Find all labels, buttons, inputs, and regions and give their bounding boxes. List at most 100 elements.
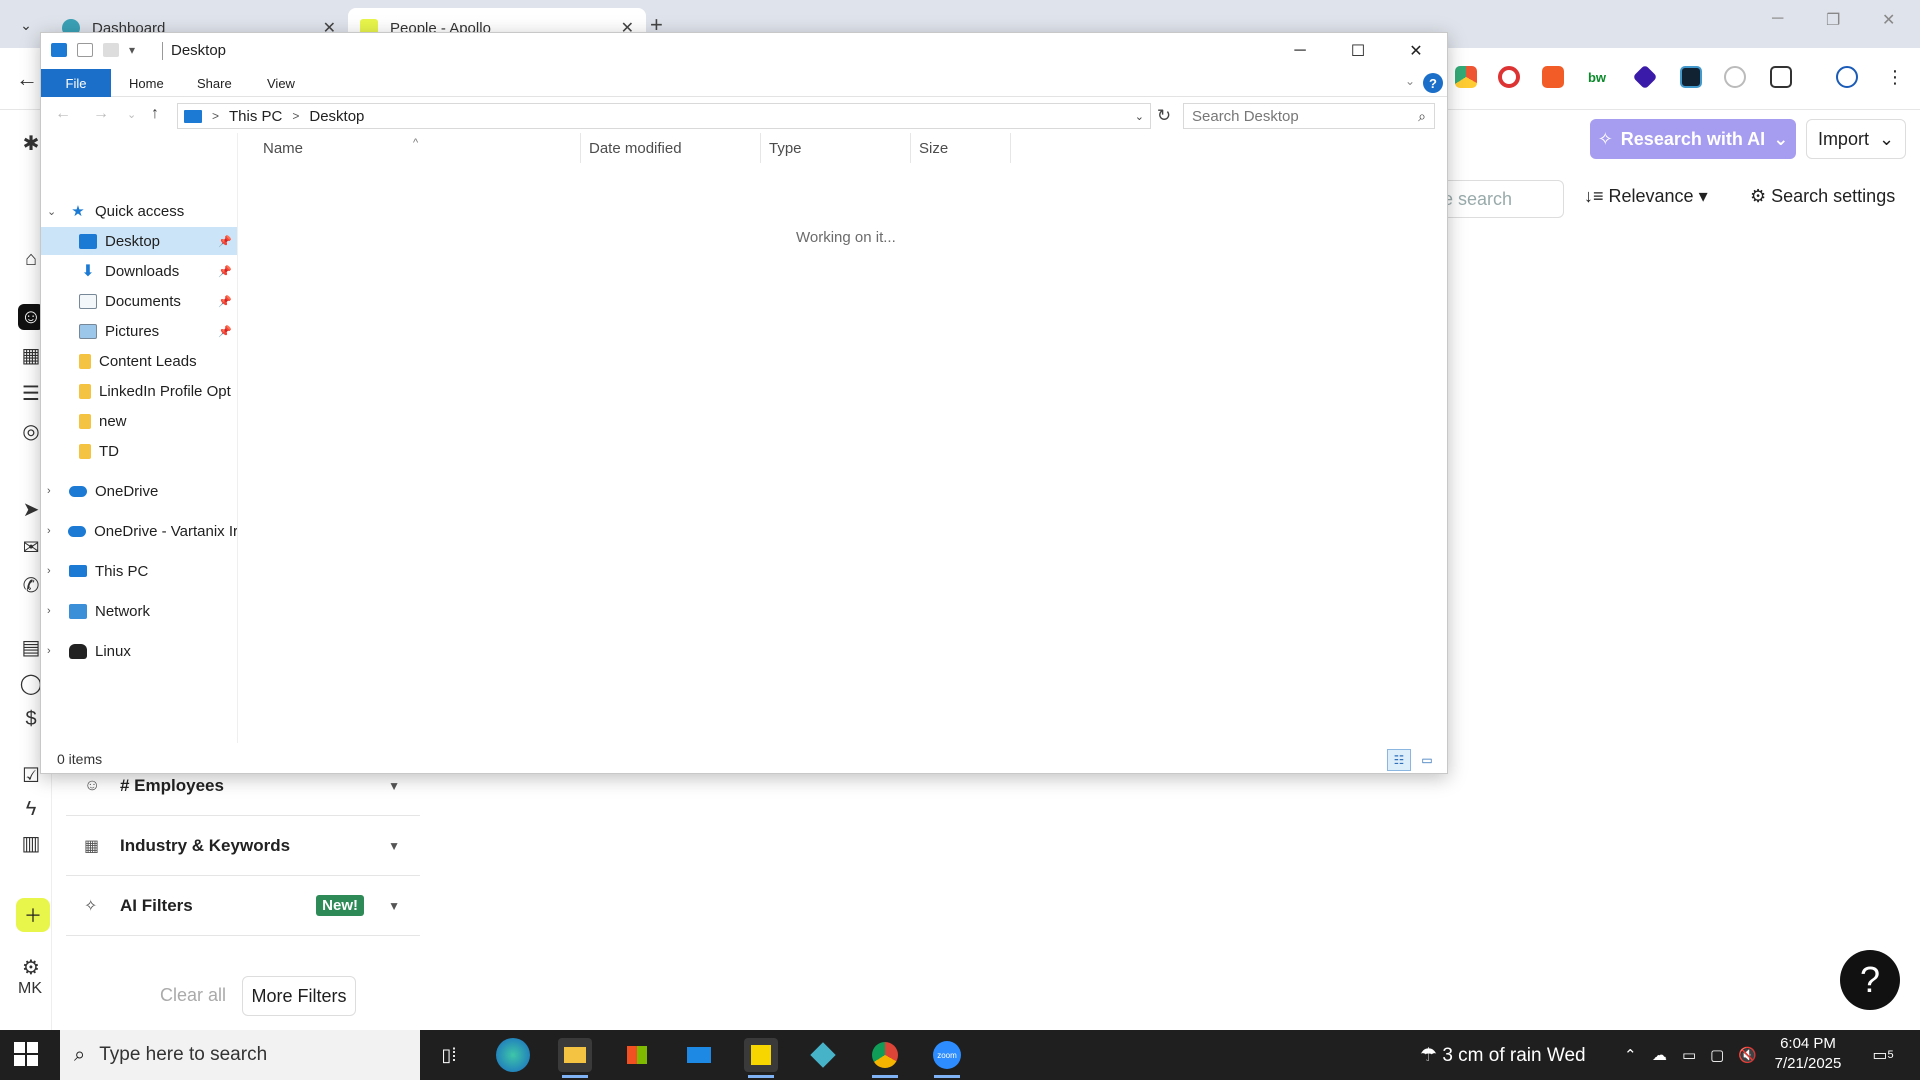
address-bar[interactable]: > This PC > Desktop ⌄ [177,103,1151,129]
nav-folder[interactable]: new [41,407,237,435]
chevron-down-icon[interactable]: ⌄ [47,205,61,218]
battery-icon[interactable]: ▭ [1682,1046,1696,1064]
import-button[interactable]: Import ⌄ [1806,119,1906,159]
extensions-puzzle-icon[interactable] [1770,66,1792,88]
extension-compass-icon[interactable] [1724,66,1746,88]
nav-this-pc[interactable]: › This PC [41,557,237,585]
chevron-right-icon[interactable]: › [47,525,60,537]
folder-icon [79,383,91,399]
nav-pictures[interactable]: Pictures 📌 [41,317,237,345]
help-button[interactable]: ? [1840,950,1900,1010]
close-button[interactable]: ✕ [1393,37,1439,65]
large-icons-view-icon[interactable]: ▭ [1415,749,1439,771]
chevron-right-icon[interactable]: › [47,605,61,617]
tab-share[interactable]: Share [197,69,232,97]
minimize-button[interactable]: ─ [1277,37,1323,65]
show-hidden-icons-icon[interactable]: ⌃ [1624,1046,1637,1064]
search-input[interactable]: Search Desktop ⌕ [1183,103,1435,129]
customize-toolbar-icon[interactable]: ▾ [129,43,135,57]
nav-onedrive[interactable]: › OneDrive [41,477,237,505]
windows-start-icon[interactable] [14,1042,38,1066]
back-arrow-icon[interactable]: ← [16,66,38,92]
browser-close-button[interactable]: ✕ [1882,10,1895,30]
chevron-down-icon[interactable]: ⌄ [1135,110,1144,123]
extension-colors-icon[interactable] [1455,66,1477,88]
clear-all-button[interactable]: Clear all [160,985,226,1006]
onedrive-cloud-icon[interactable]: ☁ [1652,1046,1667,1064]
browser-restore-button[interactable]: ❐ [1826,10,1840,30]
weather-widget[interactable]: ☂ 3 cm of rain Wed [1420,1044,1586,1067]
nav-quick-access[interactable]: ⌄ ★ Quick access [41,197,237,225]
forward-arrow-icon[interactable]: → [93,105,109,123]
column-size[interactable]: Size [911,133,1011,163]
taskbar-search-input[interactable]: ⌕ Type here to search [60,1030,420,1080]
chevron-right-icon[interactable]: › [47,565,61,577]
new-folder-icon[interactable] [103,43,119,57]
pin-icon[interactable]: 📌 [218,235,232,248]
nav-folder[interactable]: Content Leads [41,347,237,375]
tab-file[interactable]: File [41,69,111,97]
back-arrow-icon[interactable]: ← [55,105,71,123]
maximize-button[interactable]: ☐ [1335,37,1381,65]
profile-icon[interactable] [1836,66,1858,88]
nav-network[interactable]: › Network [41,597,237,625]
analytics-icon[interactable]: ▥ [18,830,44,856]
refresh-icon[interactable]: ↻ [1151,103,1177,129]
microsoft-store-icon[interactable] [620,1038,654,1072]
nav-desktop[interactable]: Desktop 📌 [41,227,237,255]
save-search-button[interactable]: e search [1430,180,1564,218]
browser-minimize-button[interactable]: ─ [1772,10,1783,28]
avatar[interactable]: MK [18,980,42,998]
help-icon[interactable]: ? [1423,73,1443,93]
column-type[interactable]: Type [761,133,911,163]
mail-icon[interactable] [682,1038,716,1072]
sticky-notes-icon[interactable] [744,1038,778,1078]
breadcrumb-desktop[interactable]: Desktop [309,108,364,125]
app-diamond-icon[interactable] [806,1038,840,1072]
file-explorer-icon[interactable] [558,1038,592,1078]
nav-folder[interactable]: TD [41,437,237,465]
breadcrumb-this-pc[interactable]: This PC [229,108,282,125]
tab-home[interactable]: Home [129,69,164,97]
tab-search-dropdown[interactable]: ⌄ [10,12,42,38]
chrome-icon[interactable] [868,1038,902,1078]
browser-menu-icon[interactable]: ⋮ [1884,66,1906,88]
research-with-ai-button[interactable]: ✧ Research with AI ⌄ [1590,119,1796,159]
zoom-icon[interactable]: zoom [930,1038,964,1078]
recent-locations-icon[interactable]: ⌄ [127,108,136,121]
task-view-icon[interactable]: ▯⁞ [432,1038,466,1072]
chevron-right-icon[interactable]: › [47,645,61,657]
nav-documents[interactable]: Documents 📌 [41,287,237,315]
add-user-button[interactable]: ＋ [16,898,50,932]
sort-relevance-dropdown[interactable]: ↓≡ Relevance ▾ [1584,186,1708,207]
nav-onedrive-business[interactable]: › OneDrive - Vartanix Ir [41,517,237,545]
tab-view[interactable]: View [267,69,295,97]
column-date-modified[interactable]: Date modified [581,133,761,163]
speaker-muted-icon[interactable]: 🔇 [1738,1046,1757,1064]
search-settings-button[interactable]: ⚙ Search settings [1750,186,1895,207]
filter-ai-filters[interactable]: ✧ AI Filters New! ▼ [66,876,420,936]
edge-browser-icon[interactable] [496,1038,530,1072]
pin-icon[interactable]: 📌 [218,265,232,278]
properties-icon[interactable] [77,43,93,57]
more-filters-button[interactable]: More Filters [242,976,356,1016]
notification-center-icon[interactable]: ▭ 5 [1868,1042,1898,1068]
extension-ya-icon[interactable] [1542,66,1564,88]
up-arrow-icon[interactable]: ↑ [151,105,159,123]
network-icon[interactable]: ▢ [1710,1046,1724,1064]
extension-bw-icon[interactable]: bw [1586,66,1608,88]
pin-icon[interactable]: 📌 [218,325,232,338]
extension-react-icon[interactable] [1680,66,1702,88]
nav-linux[interactable]: › Linux [41,637,237,665]
settings-gear-icon[interactable]: ⚙ [18,954,44,980]
system-clock[interactable]: 6:04 PM 7/21/2025 [1758,1034,1858,1074]
nav-downloads[interactable]: ⬇ Downloads 📌 [41,257,237,285]
details-view-icon[interactable]: ☷ [1387,749,1411,771]
workflows-icon[interactable]: ϟ [18,796,44,822]
pin-icon[interactable]: 📌 [218,295,232,308]
extension-pokeball-icon[interactable] [1498,66,1520,88]
filter-industry-keywords[interactable]: ▦ Industry & Keywords ▼ [66,816,420,876]
expand-ribbon-icon[interactable]: ⌄ [1405,74,1415,88]
chevron-right-icon[interactable]: › [47,485,61,497]
nav-folder[interactable]: LinkedIn Profile Opt [41,377,237,405]
